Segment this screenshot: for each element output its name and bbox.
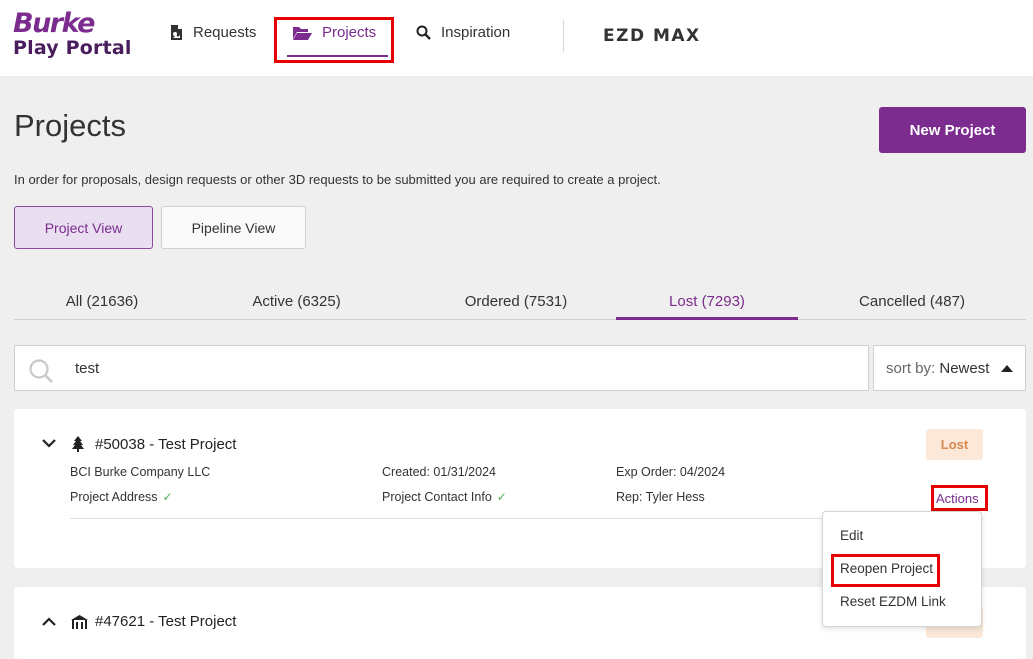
project-view-button[interactable]: Project View	[14, 206, 153, 249]
search-icon	[416, 25, 431, 40]
sort-value: Newest	[939, 360, 990, 377]
status-tabs: All (21636) Active (6325) Ordered (7531)…	[14, 280, 1026, 320]
chevron-up-icon[interactable]	[42, 617, 56, 627]
page-title: Projects	[14, 108, 126, 143]
search-input[interactable]	[75, 355, 855, 381]
check-icon: ✓	[162, 490, 173, 504]
burke-logo[interactable]: Burke Play Portal	[13, 8, 132, 59]
created-date: Created: 01/31/2024	[382, 465, 496, 479]
project-title[interactable]: #47621 - Test Project	[95, 613, 236, 630]
project-title[interactable]: #50038 - Test Project	[95, 436, 236, 453]
search-bar	[14, 345, 869, 391]
menu-item-reset-ezdm-link[interactable]: Reset EZDM Link	[840, 594, 946, 609]
highlight-box-actions	[931, 485, 988, 511]
check-icon: ✓	[496, 490, 507, 504]
sort-dropdown[interactable]: sort by: Newest	[873, 345, 1026, 391]
playground-icon	[71, 615, 88, 629]
search-icon	[29, 359, 53, 383]
logo-line1: Burke	[13, 8, 95, 39]
ezd-max-link[interactable]: EZD MAX	[603, 26, 701, 46]
pipeline-view-button[interactable]: Pipeline View	[161, 206, 306, 249]
tab-cancelled[interactable]: Cancelled (487)	[822, 280, 1002, 320]
exp-order: Exp Order: 04/2024	[616, 465, 726, 479]
top-navigation: Burke Play Portal Requests Projects Insp…	[0, 0, 1033, 76]
highlight-box-reopen	[831, 554, 940, 587]
tab-all[interactable]: All (21636)	[14, 280, 190, 320]
nav-requests[interactable]: Requests	[170, 0, 256, 64]
tab-active[interactable]: Active (6325)	[204, 280, 389, 320]
status-badge: Lost	[926, 429, 983, 460]
project-contact-item: Project Contact Info ✓	[382, 490, 507, 504]
caret-up-icon	[1001, 365, 1013, 372]
nav-inspiration[interactable]: Inspiration	[416, 0, 510, 64]
nav-divider	[563, 20, 564, 52]
document-icon	[171, 24, 182, 40]
nav-inspiration-label: Inspiration	[441, 23, 511, 41]
project-address-item: Project Address ✓	[70, 490, 173, 504]
rep-name: Rep: Tyler Hess	[616, 490, 705, 504]
company-name: BCI Burke Company LLC	[70, 465, 211, 479]
chevron-down-icon[interactable]	[42, 438, 56, 448]
tab-lost[interactable]: Lost (7293)	[616, 280, 798, 320]
highlight-box-projects	[274, 17, 394, 63]
logo-line2: Play Portal	[13, 37, 132, 59]
nav-requests-label: Requests	[193, 23, 257, 41]
tree-icon	[72, 436, 84, 452]
actions-menu: Edit Reopen Project Reset EZDM Link	[822, 511, 982, 627]
project-address-label: Project Address	[70, 490, 158, 504]
menu-item-edit[interactable]: Edit	[840, 528, 863, 543]
new-project-button[interactable]: New Project	[879, 107, 1026, 153]
tab-ordered[interactable]: Ordered (7531)	[417, 280, 615, 320]
sort-label: sort by:	[886, 360, 936, 377]
project-contact-label: Project Contact Info	[382, 490, 492, 504]
intro-text: In order for proposals, design requests …	[14, 172, 661, 187]
